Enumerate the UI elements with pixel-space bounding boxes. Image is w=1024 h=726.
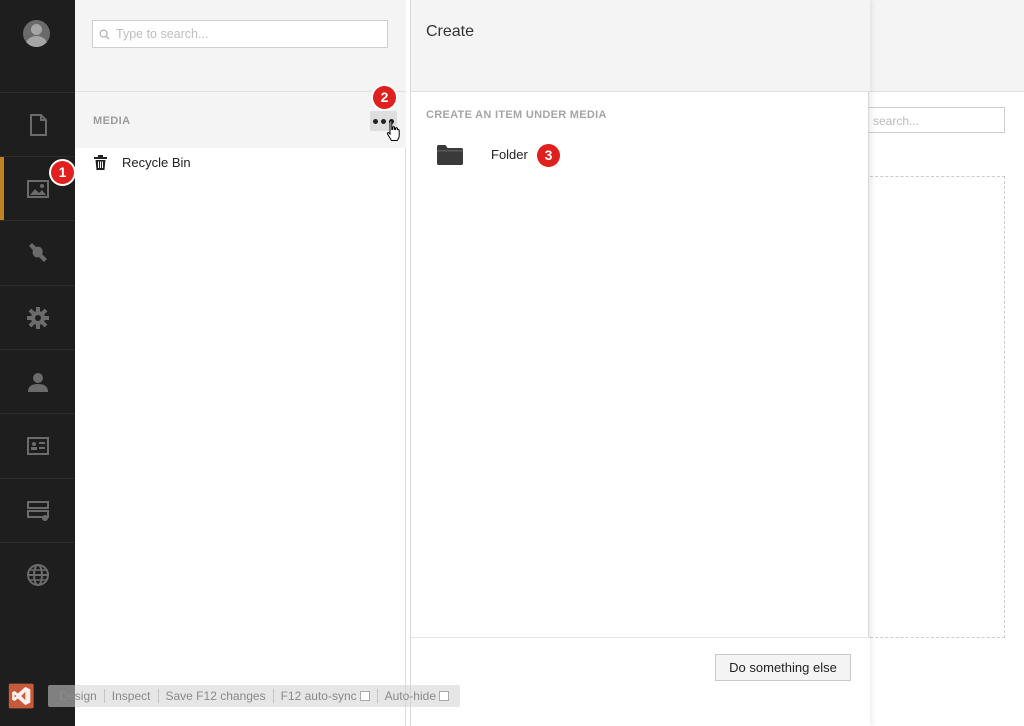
media-tree-panel: MEDIA Recycle Bin: [75, 0, 406, 726]
gear-icon: [26, 306, 49, 329]
nav-item-translation[interactable]: [0, 542, 75, 606]
folder-icon: [437, 145, 463, 165]
tree-root-label: MEDIA: [93, 115, 131, 127]
tree-search-input[interactable]: [116, 27, 376, 41]
image-icon: [26, 179, 49, 198]
tree-item-label: Recycle Bin: [122, 155, 191, 170]
tree-search-box[interactable]: [92, 20, 388, 48]
nav-item-users[interactable]: [0, 349, 75, 413]
globe-icon: [26, 563, 49, 586]
bl-auto-hide-label: Auto-hide: [384, 688, 436, 703]
bl-inspect-label: Inspect: [111, 688, 151, 703]
step-badge-1: 1: [51, 161, 74, 184]
nav-item-settings[interactable]: [0, 285, 75, 349]
editor-search-field[interactable]: search...: [865, 107, 1005, 133]
dialog-title: Create: [426, 23, 475, 40]
dialog-footer: Do something else: [411, 637, 870, 726]
folder-option-label: Folder: [491, 147, 528, 162]
dialog-subtitle: CREATE AN ITEM UNDER MEDIA: [426, 109, 607, 121]
hand-cursor-icon: [386, 120, 400, 141]
nav-item-content[interactable]: [0, 92, 75, 156]
bl-save-f12[interactable]: Save F12 changes: [159, 688, 274, 703]
server-icon: [26, 500, 49, 521]
nav-item-developer[interactable]: [0, 220, 75, 284]
tree-item-recycle-bin[interactable]: Recycle Bin: [75, 148, 406, 178]
user-icon: [27, 372, 48, 392]
auto-hide-checkbox[interactable]: [439, 690, 449, 701]
nav-item-members[interactable]: [0, 413, 75, 477]
bl-f12-auto-sync-label: F12 auto-sync: [280, 688, 357, 703]
bl-inspect[interactable]: Inspect: [105, 688, 159, 703]
nav-item-forms[interactable]: [0, 478, 75, 542]
app-navigation: [0, 0, 75, 726]
search-icon: [99, 28, 110, 40]
id-card-icon: [26, 436, 49, 455]
visual-studio-icon: [8, 683, 34, 708]
tree-header: [75, 0, 406, 92]
step-badge-2: 2: [373, 86, 396, 109]
browser-link-toolbar: Design Inspect Save F12 changes F12 auto…: [8, 678, 460, 713]
do-something-else-button[interactable]: Do something else: [715, 654, 851, 681]
step-badge-3: 3: [537, 144, 560, 167]
bl-design-label: Design: [59, 688, 97, 703]
dialog-header: Create: [411, 0, 870, 92]
bl-f12-auto-sync[interactable]: F12 auto-sync: [274, 688, 378, 703]
trash-icon: [94, 155, 107, 170]
bl-save-f12-label: Save F12 changes: [165, 688, 266, 703]
bl-auto-hide[interactable]: Auto-hide: [378, 689, 456, 703]
dot: [373, 118, 378, 124]
f12-auto-sync-checkbox[interactable]: [359, 690, 370, 701]
media-editor-background: search...: [865, 0, 1024, 726]
create-dialog: Create CREATE AN ITEM UNDER MEDIA Folder…: [410, 0, 870, 726]
document-icon: [29, 113, 47, 136]
tree-root-media[interactable]: MEDIA: [75, 92, 406, 148]
browser-link-items: Design Inspect Save F12 changes F12 auto…: [48, 684, 460, 707]
editor-header: [869, 0, 1024, 92]
bl-design[interactable]: Design: [52, 688, 105, 703]
media-drop-zone[interactable]: [865, 176, 1005, 638]
user-avatar[interactable]: [23, 20, 50, 47]
wrench-icon: [28, 242, 47, 262]
create-option-folder[interactable]: Folder: [411, 140, 870, 172]
